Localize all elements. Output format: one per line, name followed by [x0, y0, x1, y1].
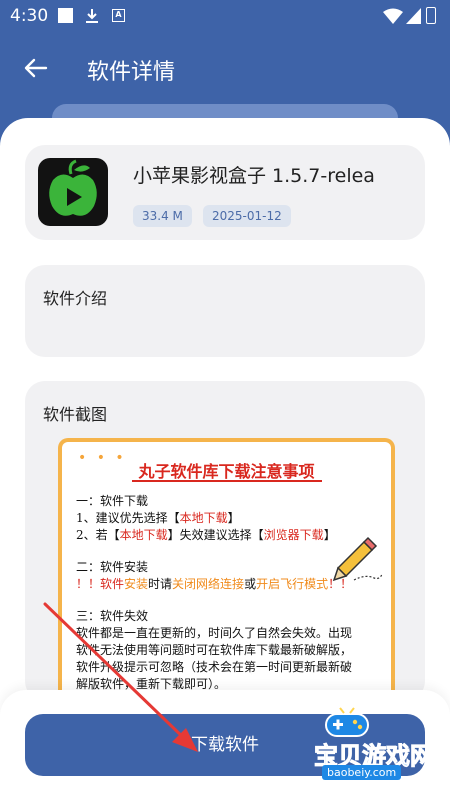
notification-square-icon — [58, 8, 73, 23]
intro-title: 软件介绍 — [43, 289, 108, 308]
notice-line: 软件无法使用等问题时可在软件库下载最新破解版， — [76, 643, 353, 657]
intro-card: 软件介绍 — [25, 265, 425, 357]
app-date-badge: 2025-01-12 — [203, 205, 291, 227]
screenshot-image[interactable]: • • • 丸子软件库下载注意事项 一：软件下载 1、建议优先选择【本地下载】 … — [58, 438, 395, 701]
notice-line: 一：软件下载 — [76, 494, 149, 508]
a-badge-icon: A — [112, 9, 125, 22]
signal-icon — [406, 8, 421, 24]
app-info-card: 小苹果影视盒子 1.5.7-relea 33.4 M 2025-01-12 — [25, 145, 425, 240]
notice-line: 二：软件安装 — [76, 560, 149, 574]
screenshots-card: 软件截图 • • • 丸子软件库下载注意事项 一：软件下载 1、建议优先选择【本… — [25, 381, 425, 701]
pencil-icon — [332, 536, 383, 582]
screenshot-heading: 丸子软件库下载注意事项 — [138, 462, 315, 481]
status-bar: 4:30 A — [0, 0, 450, 32]
page-title: 软件详情 — [87, 60, 176, 85]
notice-line: ！！软件安装时请关闭网络连接或开启飞行模式！！ — [76, 577, 353, 591]
green-apple-play-icon — [38, 158, 108, 226]
download-icon — [86, 9, 98, 23]
notice-line: 软件都是一直在更新的，时间久了自然会失效。出现 — [76, 626, 353, 640]
app-bar: 软件详情 — [0, 32, 450, 104]
watermark-logo: 宝贝游戏网 baobeiy.com — [300, 702, 450, 792]
notice-line: 1、建议优先选择【本地下载】 — [76, 511, 240, 525]
back-arrow-icon[interactable] — [20, 52, 52, 84]
gamepad-icon — [325, 707, 369, 737]
app-name: 小苹果影视盒子 1.5.7-relea — [133, 165, 375, 187]
notice-line: 2、若【本地下载】失效建议选择【浏览器下载】 — [76, 528, 336, 542]
wifi-icon — [383, 8, 403, 24]
notice-line: 软件升级提示可忽略（技术会在第一时间更新最新破 — [76, 660, 353, 674]
app-size-badge: 33.4 M — [133, 205, 192, 227]
status-time: 4:30 — [10, 6, 49, 26]
screenshots-title: 软件截图 — [43, 405, 108, 424]
watermark-url: baobeiy.com — [322, 765, 402, 780]
notice-line: 三：软件失效 — [76, 609, 149, 623]
battery-icon — [426, 7, 436, 24]
heading-underline — [132, 480, 322, 482]
